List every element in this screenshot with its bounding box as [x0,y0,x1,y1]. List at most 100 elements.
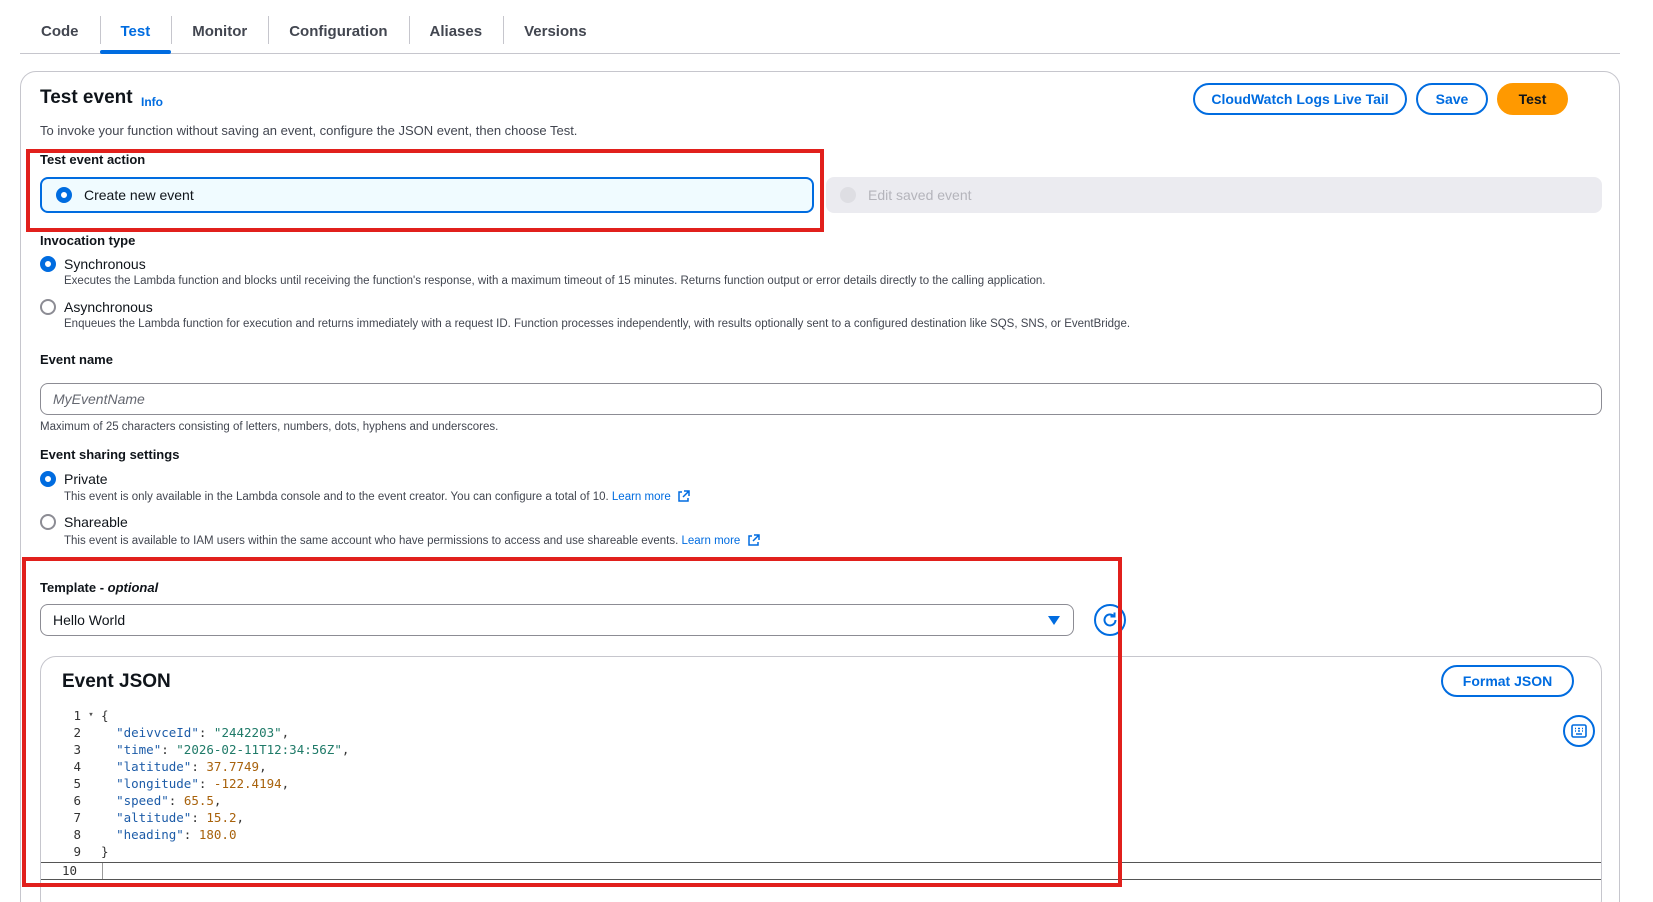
create-new-event-radio[interactable] [56,187,72,203]
external-link-icon [678,490,690,502]
edit-saved-event-radio [840,187,856,203]
page-description: To invoke your function without saving a… [40,123,578,138]
json-colon: : [198,776,214,791]
json-value: 65.5 [183,793,214,808]
json-punctuation: , [281,725,290,740]
line-number: 1 [73,708,81,723]
json-colon: : [191,810,207,825]
code-line: 6 "speed": 65.5, [41,792,349,809]
live-tail-button[interactable]: CloudWatch Logs Live Tail [1193,83,1407,115]
json-key: "altitude" [116,810,192,825]
tab-test[interactable]: Test [99,10,172,54]
json-value: 15.2 [206,810,237,825]
fold-gutter [81,792,101,809]
json-punctuation: , [259,759,267,774]
line-number: 6 [73,793,81,808]
code-line: 2 "deivvceId": "2442203", [41,724,349,741]
private-learn-more-link[interactable]: Learn more [612,491,671,503]
private-description-text: This event is only available in the Lamb… [64,491,609,503]
synchronous-radio[interactable] [40,256,56,272]
private-option[interactable]: Private [40,471,108,487]
fold-arrow-icon[interactable]: ▾ [81,707,101,724]
tab-monitor[interactable]: Monitor [171,10,268,53]
shareable-description: This event is available to IAM users wit… [64,534,760,547]
tab-code[interactable]: Code [20,10,100,53]
keyboard-icon [1571,724,1587,738]
synchronous-option[interactable]: Synchronous [40,256,146,272]
edit-saved-event-tile: Edit saved event [826,177,1602,213]
json-punctuation: , [281,776,290,791]
template-optional-text: optional [107,580,159,595]
active-code-line[interactable]: 10 [41,862,1601,880]
json-punctuation: { [101,708,109,723]
asynchronous-radio[interactable] [40,299,56,315]
tab-configuration[interactable]: Configuration [268,10,408,53]
refresh-icon [1103,612,1117,627]
json-colon: : [191,759,207,774]
line-number: 7 [73,810,81,825]
json-colon: : [168,793,184,808]
tab-versions[interactable]: Versions [503,10,608,53]
json-key: "longitude" [116,776,199,791]
save-button[interactable]: Save [1416,83,1488,115]
shareable-learn-more-link[interactable]: Learn more [682,535,741,547]
fold-gutter [81,809,101,826]
shareable-option[interactable]: Shareable [40,514,128,530]
private-radio[interactable] [40,471,56,487]
code-line: 8 "heading": 180.0 [41,826,349,843]
asynchronous-description: Enqueues the Lambda function for executi… [64,318,1131,330]
external-link-icon [747,534,760,546]
event-json-title: Event JSON [62,671,171,692]
test-button[interactable]: Test [1497,83,1568,115]
keyboard-shortcuts-button[interactable] [1563,715,1595,747]
template-select-value: Hello World [53,612,126,628]
asynchronous-option[interactable]: Asynchronous [40,299,153,315]
fold-gutter [81,758,101,775]
format-json-button[interactable]: Format JSON [1441,665,1574,697]
private-description: This event is only available in the Lamb… [64,490,690,503]
json-value: 37.7749 [206,759,260,774]
text-cursor [102,863,103,879]
edit-saved-event-label: Edit saved event [868,187,972,203]
private-label: Private [64,471,108,487]
template-label: Template - optional [40,580,158,595]
template-label-text: Template - [40,580,108,595]
line-number: 3 [73,742,81,757]
tab-aliases[interactable]: Aliases [408,10,504,53]
fold-gutter [81,843,101,860]
event-name-input[interactable]: MyEventName [40,383,1602,415]
invocation-type-label: Invocation type [40,233,136,248]
json-colon: : [198,725,214,740]
fold-gutter [81,775,101,792]
line-number: 4 [73,759,81,774]
synchronous-description: Executes the Lambda function and blocks … [64,275,1046,287]
json-value: "2026-02-11T12:34:56Z" [176,742,342,757]
asynchronous-label: Asynchronous [64,299,153,315]
code-line: 5 "longitude": -122.4194, [41,775,349,792]
fold-gutter [81,724,101,741]
json-code-editor[interactable]: 1 ▾{2 "deivvceId": "2442203", 3 "time": "2… [41,707,349,860]
event-name-label: Event name [40,352,113,367]
shareable-radio[interactable] [40,514,56,530]
code-line: 7 "altitude": 15.2, [41,809,349,826]
template-select[interactable]: Hello World [40,604,1074,636]
json-colon: : [183,827,199,842]
shareable-label: Shareable [64,514,128,530]
create-new-event-tile[interactable]: Create new event [40,177,814,213]
code-line: 4 "latitude": 37.7749, [41,758,349,775]
json-colon: : [161,742,177,757]
json-key: "time" [116,742,162,757]
caret-down-icon [1048,616,1060,625]
json-punctuation: } [101,844,109,859]
info-link[interactable]: Info [141,95,163,109]
json-value: 180.0 [198,827,237,842]
fold-gutter [81,826,101,843]
refresh-button[interactable] [1094,604,1126,636]
